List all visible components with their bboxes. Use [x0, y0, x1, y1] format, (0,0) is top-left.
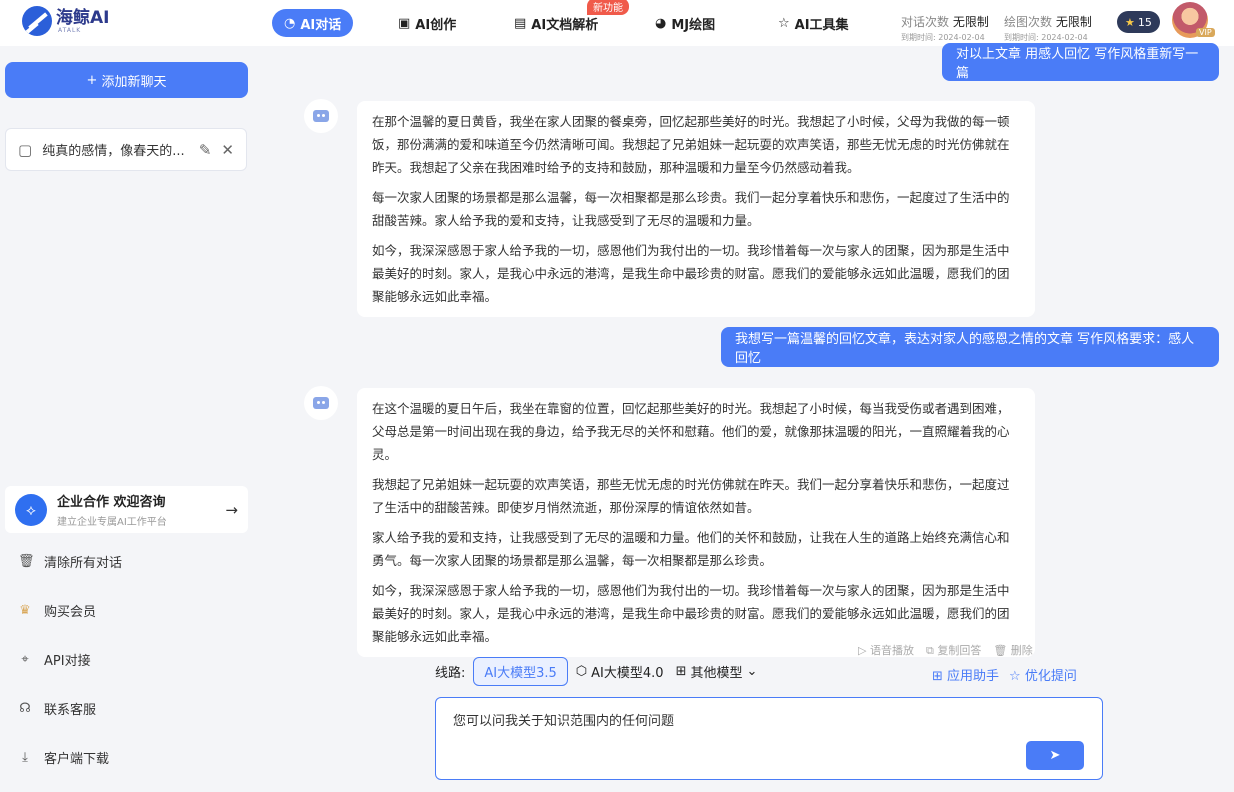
nav-doc-parse[interactable]: ▤ AI文档解析	[514, 9, 598, 37]
chat-item-label: 纯真的感情，像春天的...	[42, 144, 185, 159]
delete-button[interactable]: 🗑 删除	[993, 642, 1032, 658]
user-message: 对以上文章 用感人回忆 写作风格重新写一篇	[942, 43, 1219, 81]
pdf-icon: ▤	[514, 15, 527, 31]
arrow-right-icon: →	[225, 500, 238, 519]
headset-icon: ☊	[19, 701, 31, 716]
message-paragraph: 如今，我深深感恩于家人给予我的一切，感恩他们为我付出的一切。我珍惜着每一次与家人…	[372, 583, 1010, 644]
message-paragraph: 每一次家人团聚的场景都是那么温馨，每一次相聚都是那么珍贵。我们一起分享着快乐和悲…	[372, 190, 1010, 228]
enterprise-subtitle: 建立企业专属AI工作平台	[57, 517, 167, 528]
model-selector: 线路: AI大模型3.5 ⬡ AI大模型4.0 ⊞ 其他模型 ⌄	[435, 657, 757, 686]
api-link[interactable]: ⌖ API对接	[18, 650, 90, 669]
new-feature-badge: 新功能	[587, 0, 629, 15]
edit-icon[interactable]: ✎	[199, 141, 212, 159]
sidebar: + 添加新聊天 ▢ 纯真的感情，像春天的... ✎ ✕ ⟡ 企业合作 欢迎咨询 …	[0, 46, 263, 792]
message-paragraph: 如今，我深深感恩于家人给予我的一切，感恩他们为我付出的一切。我珍惜着每一次与家人…	[372, 243, 1010, 304]
composer-helpers: ⊞ 应用助手 ☆ 优化提问	[932, 665, 1077, 684]
route-label: 线路:	[435, 666, 466, 681]
nav-label: AI文档解析	[531, 17, 599, 33]
draw-quota-expire: 到期时间: 2024-02-04	[1004, 33, 1088, 42]
chat-icon: ◔	[284, 15, 296, 31]
customer-service-link[interactable]: ☊ 联系客服	[18, 699, 96, 718]
send-button[interactable]: ➤	[1026, 741, 1084, 770]
robot-icon	[313, 110, 329, 122]
brand-sub: ATALK	[58, 26, 82, 34]
send-icon: ➤	[1049, 748, 1061, 763]
handshake-icon: ⟡	[15, 493, 47, 526]
message-paragraph: 我想起了兄弟姐妹一起玩耍的欢声笑语，那些无忧无虑的时光仿佛就在昨天。我们一起分享…	[372, 477, 1010, 515]
message-paragraph: 在那个温馨的夏日黄昏，我坐在家人团聚的餐桌旁，回忆起那些美好的时光。我想起了小时…	[372, 114, 1010, 175]
message-paragraph: 在这个温暖的夏日午后，我坐在靠窗的位置，回忆起那些美好的时光。我想起了小时候，每…	[372, 401, 1010, 462]
voice-play-button[interactable]: ▷ 语音播放	[858, 642, 914, 658]
nav-ai-chat[interactable]: ◔ AI对话	[272, 9, 354, 37]
palette-icon: ◕	[655, 15, 667, 31]
app-assistant-button[interactable]: ⊞ 应用助手	[932, 665, 999, 684]
message-actions: ▷ 语音播放 ⧉ 复制回答 🗑 删除	[858, 642, 1033, 658]
bot-avatar	[304, 99, 338, 133]
create-icon: ▣	[398, 15, 411, 31]
nav-label: AI工具集	[794, 17, 849, 33]
enterprise-card[interactable]: ⟡ 企业合作 欢迎咨询 建立企业专属AI工作平台 →	[5, 486, 248, 533]
other-models-dropdown[interactable]: ⊞ 其他模型 ⌄	[676, 662, 758, 681]
add-new-chat-button[interactable]: + 添加新聊天	[5, 62, 248, 98]
hexagon-icon: ⬡	[575, 664, 588, 679]
logo-icon	[22, 6, 52, 36]
nav-label: MJ绘图	[671, 17, 716, 33]
logo[interactable]: 海鲸AI ATALK	[22, 6, 109, 36]
nav-label: AI对话	[300, 17, 342, 33]
chat-quota: 对话次数 无限制	[901, 15, 989, 29]
message-composer: ➤	[435, 697, 1103, 780]
model-option-4-0[interactable]: ⬡ AI大模型4.0	[576, 662, 664, 681]
chat-history-item[interactable]: ▢ 纯真的感情，像春天的... ✎ ✕	[5, 128, 247, 171]
chevron-down-icon: ⌄	[746, 664, 758, 679]
chat-quota-expire: 到期时间: 2024-02-04	[901, 33, 985, 42]
copy-answer-button[interactable]: ⧉ 复制回答	[926, 642, 981, 658]
message-input[interactable]	[453, 710, 1013, 770]
star-icon: ★	[1125, 15, 1135, 29]
nav-ai-create[interactable]: ▣ AI创作	[398, 9, 456, 37]
bot-message: 在这个温暖的夏日午后，我坐在靠窗的位置，回忆起那些美好的时光。我想起了小时候，每…	[357, 388, 1035, 657]
download-icon: ⤓	[22, 750, 28, 765]
optimize-prompt-button[interactable]: ☆ 优化提问	[1009, 665, 1077, 684]
star-icon: ☆	[778, 15, 790, 31]
plus-icon: +	[86, 72, 98, 88]
top-bar: 海鲸AI ATALK ◔ AI对话 ▣ AI创作 ▤ AI文档解析 新功能 ◕ …	[0, 0, 1234, 46]
client-download-link[interactable]: ⤓ 客户端下载	[18, 748, 109, 767]
close-icon[interactable]: ✕	[221, 141, 234, 159]
buy-membership-link[interactable]: ♛ 购买会员	[18, 601, 96, 620]
clear-all-chats-link[interactable]: 🗑 清除所有对话	[18, 552, 122, 571]
nav-mj-draw[interactable]: ◕ MJ绘图	[655, 9, 715, 37]
bot-avatar	[304, 386, 338, 420]
vip-badge: VIP	[1196, 28, 1215, 37]
robot-icon	[313, 397, 329, 409]
chat-area: 对以上文章 用感人回忆 写作风格重新写一篇 在那个温馨的夏日黄昏，我坐在家人团聚…	[263, 43, 1234, 792]
nav-ai-tools[interactable]: ☆ AI工具集	[778, 9, 849, 37]
bot-message: 在那个温馨的夏日黄昏，我坐在家人团聚的餐桌旁，回忆起那些美好的时光。我想起了小时…	[357, 101, 1035, 317]
model-option-3-5[interactable]: AI大模型3.5	[473, 657, 568, 686]
user-message: 我想写一篇温馨的回忆文章，表达对家人的感恩之情的文章 写作风格要求：感人回忆	[721, 327, 1219, 367]
trash-icon: 🗑	[18, 554, 35, 569]
grid-icon: ⊞	[675, 664, 687, 679]
chat-bubble-icon: ▢	[18, 140, 33, 159]
message-paragraph: 家人给予我的爱和支持，让我感受到了无尽的温暖和力量。他们的关怀和鼓励，让我在人生…	[372, 530, 1010, 568]
points-badge[interactable]: ★ 15	[1117, 11, 1160, 33]
api-icon: ⌖	[21, 652, 29, 667]
brand-name: 海鲸AI	[56, 7, 110, 28]
crown-icon: ♛	[19, 603, 31, 618]
draw-quota: 绘图次数 无限制	[1004, 15, 1092, 29]
enterprise-title: 企业合作 欢迎咨询	[57, 495, 166, 510]
nav-label: AI创作	[415, 17, 457, 33]
